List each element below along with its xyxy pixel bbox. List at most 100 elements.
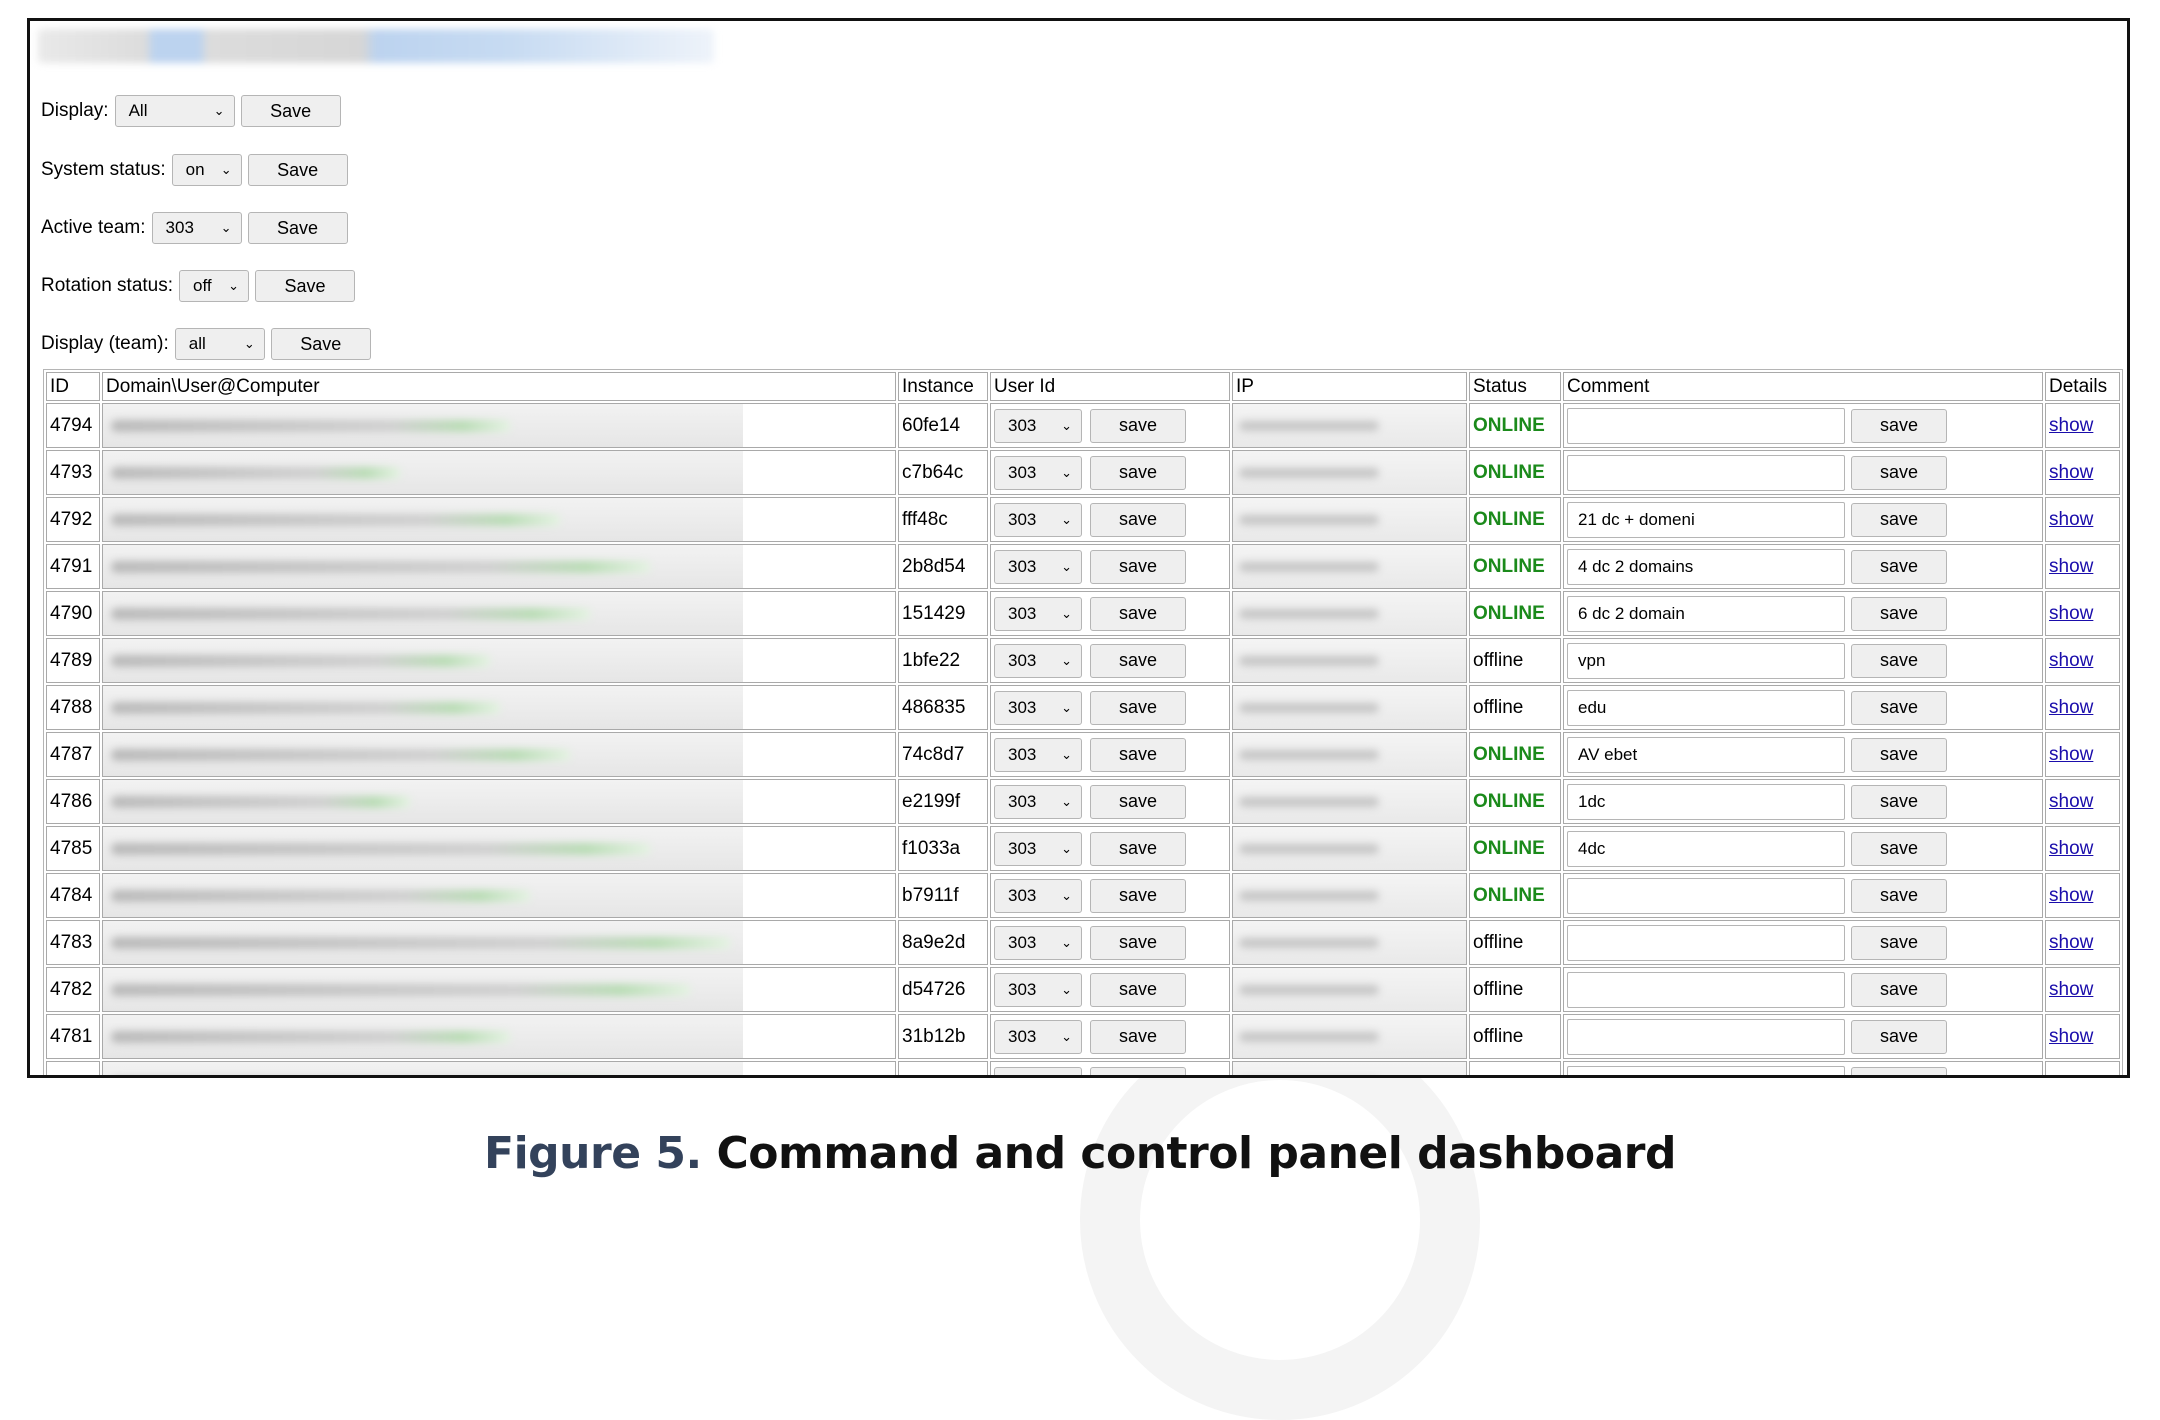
user-id-save-button[interactable]: save	[1090, 455, 1186, 490]
cell-status: ONLINE	[1469, 544, 1561, 589]
redaction-blur	[103, 545, 743, 588]
comment-save-button[interactable]: save	[1851, 596, 1947, 631]
user-id-save-button[interactable]: save	[1090, 784, 1186, 819]
comment-input[interactable]	[1567, 642, 1845, 679]
details-show-link[interactable]: show	[2049, 415, 2093, 436]
cell-ip-redacted	[1232, 591, 1467, 636]
comment-save-button[interactable]: save	[1851, 455, 1947, 490]
user-id-select[interactable]: 303⌄	[994, 455, 1082, 490]
user-id-save-button[interactable]: save	[1090, 690, 1186, 725]
details-show-link[interactable]: show	[2049, 791, 2093, 812]
comment-input[interactable]	[1567, 736, 1845, 773]
system-status-save-button[interactable]: Save	[247, 154, 348, 186]
comment-save-button[interactable]: save	[1851, 831, 1947, 866]
cell-user-id: 303⌄save	[990, 779, 1230, 824]
user-id-select[interactable]: 303⌄	[994, 925, 1082, 960]
user-id-select[interactable]: 303⌄	[994, 596, 1082, 631]
details-show-link[interactable]: show	[2049, 838, 2093, 859]
user-id-select[interactable]: 303⌄	[994, 737, 1082, 772]
details-show-link[interactable]: show	[2049, 979, 2093, 1000]
display-save-button[interactable]: Save	[240, 95, 341, 127]
user-id-save-button[interactable]: save	[1090, 737, 1186, 772]
comment-save-button[interactable]: save	[1851, 1019, 1947, 1054]
details-show-link[interactable]: show	[2049, 603, 2093, 624]
cell-instance: 8a9e2d	[898, 920, 988, 965]
redaction-blur	[103, 451, 743, 494]
user-id-save-button[interactable]: save	[1090, 408, 1186, 443]
chevron-down-icon: ⌄	[213, 103, 225, 118]
user-id-save-button[interactable]: save	[1090, 1019, 1186, 1054]
user-id-select[interactable]: 303⌄	[994, 643, 1082, 678]
comment-save-button[interactable]: save	[1851, 408, 1947, 443]
cell-status: ONLINE	[1469, 779, 1561, 824]
comment-save-button[interactable]: save	[1851, 502, 1947, 537]
comment-input[interactable]	[1567, 924, 1845, 961]
rotation-status-save-button[interactable]: Save	[255, 270, 356, 302]
details-show-link[interactable]: show	[2049, 932, 2093, 953]
user-id-select[interactable]: 303⌄	[994, 784, 1082, 819]
details-show-link[interactable]: show	[2049, 697, 2093, 718]
comment-input[interactable]	[1567, 830, 1845, 867]
user-id-select[interactable]: 303⌄	[994, 972, 1082, 1007]
comment-input[interactable]	[1567, 454, 1845, 491]
display-team-select[interactable]: all ⌄	[174, 328, 265, 360]
comment-input[interactable]	[1567, 1018, 1845, 1055]
chevron-down-icon: ⌄	[1061, 934, 1072, 950]
user-id-save-button[interactable]: save	[1090, 596, 1186, 631]
user-id-save-button[interactable]: save	[1090, 1066, 1186, 1075]
details-show-link[interactable]: show	[2049, 509, 2093, 530]
display-select[interactable]: All ⌄	[114, 95, 235, 127]
comment-save-button[interactable]: save	[1851, 878, 1947, 913]
details-show-link[interactable]: show	[2049, 885, 2093, 906]
cell-user-id: 303⌄save	[990, 873, 1230, 918]
details-show-link[interactable]: show	[2049, 744, 2093, 765]
system-status-select[interactable]: on ⌄	[171, 154, 242, 186]
comment-input[interactable]	[1567, 877, 1845, 914]
comment-save-button[interactable]: save	[1851, 1066, 1947, 1075]
comment-save-button[interactable]: save	[1851, 925, 1947, 960]
cell-domain-redacted	[102, 638, 896, 683]
user-id-save-button[interactable]: save	[1090, 831, 1186, 866]
comment-input[interactable]	[1567, 407, 1845, 444]
user-id-save-button[interactable]: save	[1090, 502, 1186, 537]
user-id-select[interactable]: 303⌄	[994, 502, 1082, 537]
comment-save-button[interactable]: save	[1851, 549, 1947, 584]
user-id-save-button[interactable]: save	[1090, 549, 1186, 584]
comment-save-button[interactable]: save	[1851, 737, 1947, 772]
details-show-link[interactable]: show	[2049, 556, 2093, 577]
comment-input[interactable]	[1567, 971, 1845, 1008]
comment-input[interactable]	[1567, 548, 1845, 585]
comment-save-button[interactable]: save	[1851, 972, 1947, 1007]
details-show-link[interactable]: show	[2049, 650, 2093, 671]
user-id-save-button[interactable]: save	[1090, 643, 1186, 678]
user-id-select[interactable]: 303⌄	[994, 1066, 1082, 1075]
cell-status: offline	[1469, 638, 1561, 683]
details-show-link[interactable]: show	[2049, 462, 2093, 483]
rotation-status-select[interactable]: off ⌄	[179, 270, 250, 302]
user-id-select[interactable]: 303⌄	[994, 549, 1082, 584]
user-id-save-button[interactable]: save	[1090, 972, 1186, 1007]
redaction-blur	[103, 827, 743, 870]
user-id-select[interactable]: 303⌄	[994, 408, 1082, 443]
user-id-save-button[interactable]: save	[1090, 878, 1186, 913]
comment-save-button[interactable]: save	[1851, 690, 1947, 725]
comment-save-button[interactable]: save	[1851, 643, 1947, 678]
active-team-save-button[interactable]: Save	[247, 212, 348, 244]
details-show-link[interactable]: show	[2049, 1026, 2093, 1047]
comment-input[interactable]	[1567, 501, 1845, 538]
user-id-select[interactable]: 303⌄	[994, 690, 1082, 725]
user-id-save-button[interactable]: save	[1090, 925, 1186, 960]
comment-save-button[interactable]: save	[1851, 784, 1947, 819]
comment-input[interactable]	[1567, 783, 1845, 820]
user-id-select[interactable]: 303⌄	[994, 831, 1082, 866]
display-team-save-button[interactable]: Save	[270, 328, 371, 360]
cell-ip-redacted	[1232, 450, 1467, 495]
header-user-id: User Id	[990, 372, 1230, 401]
comment-input[interactable]	[1567, 595, 1845, 632]
user-id-select[interactable]: 303⌄	[994, 878, 1082, 913]
comment-input[interactable]	[1567, 1065, 1845, 1075]
comment-input[interactable]	[1567, 689, 1845, 726]
active-team-select[interactable]: 303 ⌄	[151, 212, 242, 244]
user-id-select[interactable]: 303⌄	[994, 1019, 1082, 1054]
details-show-link[interactable]: show	[2049, 1073, 2093, 1076]
